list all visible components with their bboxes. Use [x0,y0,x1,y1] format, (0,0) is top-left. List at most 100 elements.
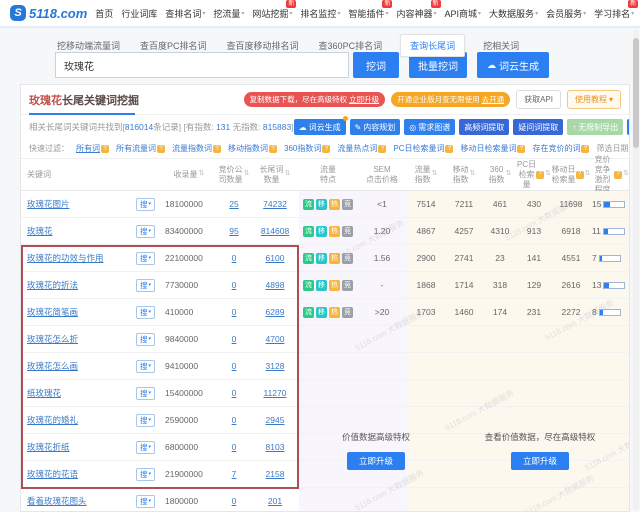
nav-menu-item[interactable]: 内容神器 ▾ 新 [396,7,436,20]
bidder-count-link[interactable]: 7 [232,469,237,479]
tool-tab[interactable]: 挖移动端流量词 [55,36,122,55]
longtail-count-link[interactable]: 74232 [263,199,287,209]
bidder-count-link[interactable]: 0 [232,307,237,317]
bidder-count-link[interactable]: 0 [232,442,237,452]
keyword-link[interactable]: 玫瑰花的花语 [27,468,78,480]
nav-menu-item[interactable]: API商城 ▾ [445,7,482,20]
help-icon[interactable]: ? [378,145,386,153]
keyword-search-control[interactable]: 搜▾ [136,279,155,292]
bidder-count-link[interactable]: 0 [232,415,237,425]
keyword-search-control[interactable]: 搜▾ [136,441,155,454]
action-button[interactable]: ☁ 词云生成 [294,119,346,135]
col-header-flow-index[interactable]: 流量指数⇅ [407,159,445,190]
longtail-count-link[interactable]: 814608 [261,226,289,236]
longtail-count-link[interactable]: 201 [268,496,282,506]
quick-filter-link[interactable]: 存在竞价的词 ? [532,143,589,154]
help-icon[interactable]: ? [322,145,330,153]
col-header-longtail[interactable]: 长尾词数量⇅ [251,159,299,190]
keyword-link[interactable]: 玫瑰花 [27,225,53,237]
col-header-pc-daily[interactable]: PC日检索量?⇅ [517,159,551,190]
action-button[interactable]: 高频词提取 [459,119,509,135]
help-icon[interactable]: ? [213,145,221,153]
help-icon[interactable]: ? [576,171,584,179]
col-header-bidders[interactable]: 竞价公司数量⇅ [217,159,251,190]
scrollbar-thumb[interactable] [633,38,639,148]
keyword-link[interactable]: 玫瑰花的功效与作用 [27,252,104,264]
sort-icon[interactable]: ⇅ [199,170,205,179]
sort-icon[interactable]: ⇅ [506,170,512,179]
help-icon[interactable]: ? [269,145,277,153]
keyword-search-control[interactable]: 搜▾ [136,306,155,319]
tool-tab[interactable]: 挖相关词 [481,36,521,55]
keyword-search-control[interactable]: 搜▾ [136,360,155,373]
quick-filter-link[interactable]: 所有词 ? [76,143,109,154]
col-header-mobile-index[interactable]: 移动指数⇅ [445,159,483,190]
bidder-count-link[interactable]: 0 [232,496,237,506]
nav-menu-item[interactable]: 首页 [95,7,113,20]
help-icon[interactable]: ? [101,145,109,153]
longtail-count-link[interactable]: 2945 [266,415,285,425]
longtail-count-link[interactable]: 2158 [266,469,285,479]
site-logo[interactable]: S 5118.com [10,5,87,21]
sort-icon[interactable]: ⇅ [285,170,291,179]
upgrade-now-button[interactable]: 立即升级 [511,452,569,470]
nav-menu-item[interactable]: 大数据服务 ▾ [489,7,538,20]
keyword-search-control[interactable]: 搜▾ [136,468,155,481]
action-button[interactable]: 疑问词提取 [513,119,563,135]
col-header-mobile-daily[interactable]: 移动日检索量?⇅ [551,159,591,190]
nav-menu-item[interactable]: 网站挖掘 ▾ 新 [252,7,292,20]
col-header-360-index[interactable]: 360指数⇅ [483,159,517,190]
keyword-search-control[interactable]: 搜▾ [136,414,155,427]
bidder-count-link[interactable]: 0 [232,253,237,263]
tool-tab[interactable]: 查询长尾词 [400,34,465,57]
enterprise-promo-badge[interactable]: 开通企业版月查无限使用去开通 [391,92,510,107]
help-icon[interactable]: ? [157,145,165,153]
help-icon[interactable]: ? [614,171,622,179]
col-header-included[interactable]: 收录量⇅ [161,159,217,190]
quick-filter-link[interactable]: PC日检索量词 ? [393,143,453,154]
sort-icon[interactable]: ⇅ [585,170,591,179]
keyword-link[interactable]: 纸玫瑰花 [27,387,61,399]
longtail-count-link[interactable]: 3128 [266,361,285,371]
help-icon[interactable]: ? [517,145,525,153]
quick-filter-link[interactable]: 流量指数词 ? [172,143,221,154]
action-button[interactable]: ↑ 无限制导出 [567,119,623,135]
keyword-link[interactable]: 看着玫瑰花图头 [27,495,87,507]
tool-tab[interactable]: 查百度移动排名词 [225,36,301,55]
nav-menu-item[interactable]: 排名监控 ▾ [300,7,340,20]
keyword-search-control[interactable]: 搜▾ [136,225,155,238]
help-icon[interactable]: ? [581,145,589,153]
bidder-count-link[interactable]: 95 [229,226,238,236]
sort-icon[interactable]: ⇅ [623,170,629,179]
action-button[interactable]: ✎ 内容规划 [350,119,401,135]
help-icon[interactable]: ? [536,171,544,179]
bidder-count-link[interactable]: 25 [229,199,238,209]
longtail-count-link[interactable]: 11270 [263,388,286,398]
keyword-search-control[interactable]: 搜▾ [136,495,155,508]
col-header-bid-competition[interactable]: 竞价竞争激烈程度?⇅ [591,159,629,190]
open-enterprise-link[interactable]: 去开通 [482,95,505,104]
action-button[interactable]: ◎ 需求图谱 [404,119,455,135]
bidder-count-link[interactable]: 0 [232,334,237,344]
nav-menu-item[interactable]: 行业词库 [121,7,157,20]
longtail-count-link[interactable]: 8103 [266,442,285,452]
get-api-button[interactable]: 获取API [516,90,561,109]
nav-menu-item[interactable]: 查排名词 ▾ [165,7,205,20]
bidder-count-link[interactable]: 0 [232,388,237,398]
nav-menu-item[interactable]: 挖流量 ▾ [213,7,244,20]
bidder-count-link[interactable]: 0 [232,361,237,371]
keyword-search-control[interactable]: 搜▾ [136,198,155,211]
quick-filter-link[interactable]: 所有流量词 ? [116,143,165,154]
longtail-count-link[interactable]: 6289 [266,307,285,317]
longtail-count-link[interactable]: 4898 [266,280,285,290]
tool-tab[interactable]: 查360PC排名词 [317,36,385,55]
nav-menu-item[interactable]: 智能插件 ▾ 新 [348,7,388,20]
bidder-count-link[interactable]: 0 [232,280,237,290]
keyword-search-control[interactable]: 搜▾ [136,387,155,400]
keyword-link[interactable]: 玫瑰花简笔画 [27,306,78,318]
sort-icon[interactable]: ⇅ [470,170,476,179]
keyword-search-control[interactable]: 搜▾ [136,252,155,265]
sort-icon[interactable]: ⇅ [244,170,250,179]
upgrade-promo-badge[interactable]: 复制数据下载，尽在高级特权立即升级 [244,92,386,107]
keyword-search-control[interactable]: 搜▾ [136,333,155,346]
